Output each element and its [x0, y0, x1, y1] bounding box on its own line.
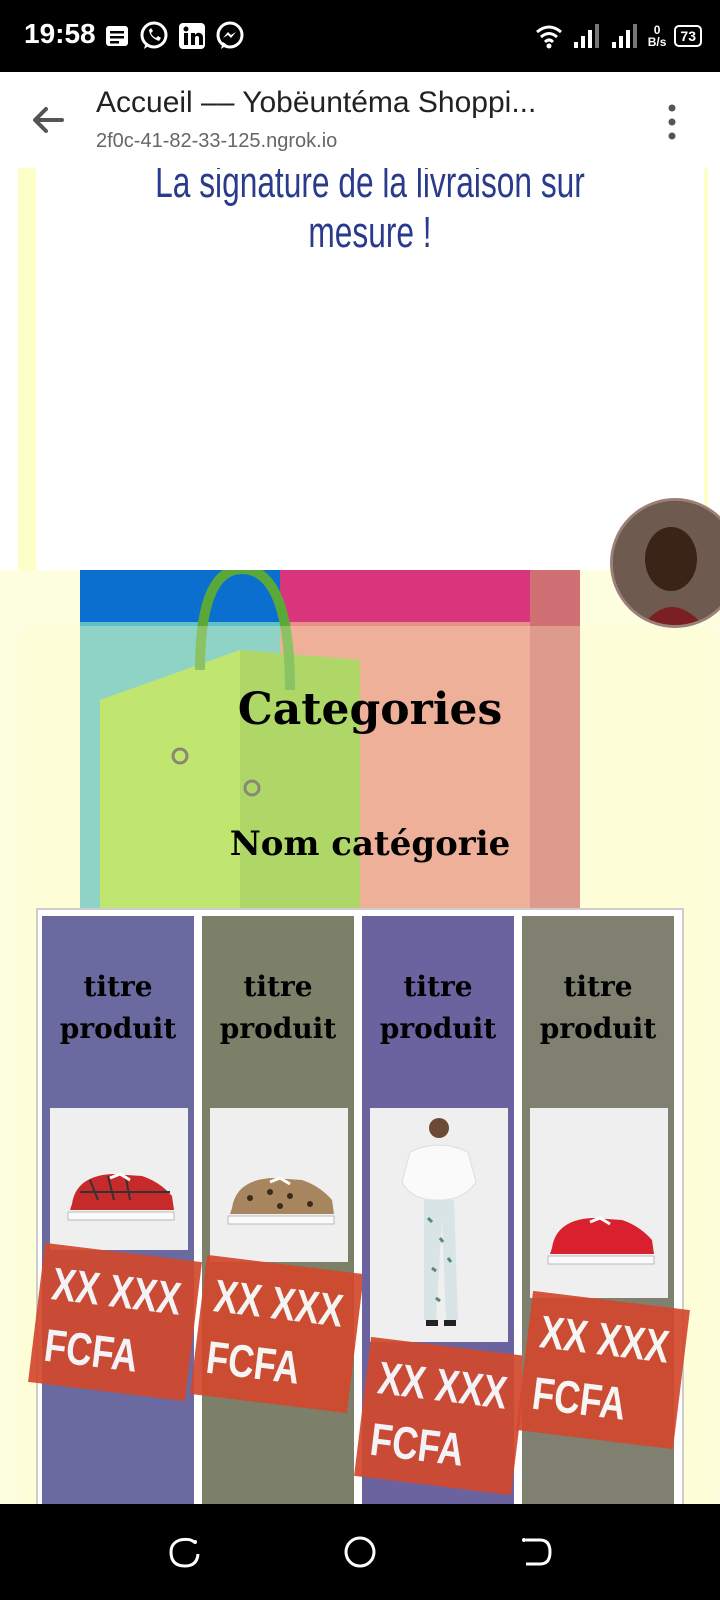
page-url[interactable]: 2f0c-41-82-33-125.ngrok.io: [96, 130, 337, 153]
product-title-line1: titre: [403, 970, 473, 1003]
price-tag: XX XXX FCFA: [190, 1254, 364, 1414]
price-tag: XX XXX FCFA: [28, 1242, 202, 1402]
product-title-line1: titre: [83, 970, 153, 1003]
product-title-line1: titre: [243, 970, 313, 1003]
product-title-line1: titre: [563, 970, 633, 1003]
whatsapp-icon: [140, 21, 168, 49]
network-speed: 0 B/s: [648, 24, 667, 48]
product-title[interactable]: titre produit: [42, 966, 194, 1050]
product-card[interactable]: titre produit XX XXX FCFA: [190, 916, 364, 1504]
product-title-line2: produit: [59, 1012, 177, 1045]
product-title[interactable]: titre produit: [202, 966, 354, 1050]
price-currency: FCFA: [367, 1412, 467, 1476]
product-grid: titre produit XX XXX FCFA titre produit: [28, 908, 690, 1504]
product-card[interactable]: titre produit XX XXX FCFA: [28, 916, 202, 1504]
status-bar: 19:58 0 B/s 73: [0, 0, 720, 72]
product-title-line2: produit: [539, 1012, 657, 1045]
battery-level: 73: [680, 28, 696, 44]
signal-icon: [573, 24, 599, 48]
recent-apps-icon[interactable]: [166, 1534, 202, 1570]
product-card[interactable]: titre produit XX XXX FCFA: [516, 916, 690, 1504]
product-title-line2: produit: [379, 1012, 497, 1045]
net-speed-unit: B/s: [647, 35, 667, 49]
product-title[interactable]: titre produit: [362, 966, 514, 1050]
notes-icon: [106, 26, 128, 46]
back-icon[interactable]: [518, 1534, 554, 1570]
price-currency: FCFA: [41, 1318, 141, 1382]
browser-toolbar: Accueil –– Yobëuntéma Shoppi... 2f0c-41-…: [0, 72, 720, 169]
category-name: Nom catégorie: [229, 824, 511, 864]
product-title[interactable]: titre produit: [522, 966, 674, 1050]
person-face-icon: [613, 501, 720, 625]
web-content: La signature de la livraison sur mesure …: [0, 168, 720, 1504]
page-title[interactable]: Accueil –– Yobëuntéma Shoppi...: [96, 86, 576, 120]
battery-icon: 73: [674, 25, 702, 47]
price-currency: FCFA: [203, 1330, 303, 1394]
product-image[interactable]: [210, 1108, 348, 1262]
product-title-line2: produit: [219, 1012, 337, 1045]
more-options-icon[interactable]: [664, 102, 680, 142]
product-image[interactable]: [370, 1108, 508, 1342]
banner: La signature de la livraison sur mesure …: [36, 168, 704, 570]
linkedin-icon: [179, 23, 205, 49]
signal-icon-2: [611, 24, 637, 48]
price-tag: XX XXX FCFA: [354, 1336, 528, 1496]
product-card[interactable]: titre produit XX XXX FCFA: [354, 916, 528, 1504]
categories-title: Categories: [237, 684, 503, 735]
messenger-icon: [216, 21, 244, 49]
home-icon[interactable]: [342, 1534, 378, 1570]
status-indicators: 0 B/s 73: [534, 20, 702, 52]
wifi-icon: [535, 25, 562, 49]
product-image[interactable]: [50, 1108, 188, 1250]
price-currency: FCFA: [529, 1366, 629, 1430]
price-tag: XX XXX FCFA: [516, 1290, 690, 1450]
banner-tagline: La signature de la livraison sur mesure …: [155, 168, 585, 257]
status-time: 19:58: [24, 18, 96, 49]
navigation-bar: [0, 1504, 720, 1600]
back-arrow-icon[interactable]: [28, 100, 68, 140]
product-image[interactable]: [530, 1108, 668, 1298]
